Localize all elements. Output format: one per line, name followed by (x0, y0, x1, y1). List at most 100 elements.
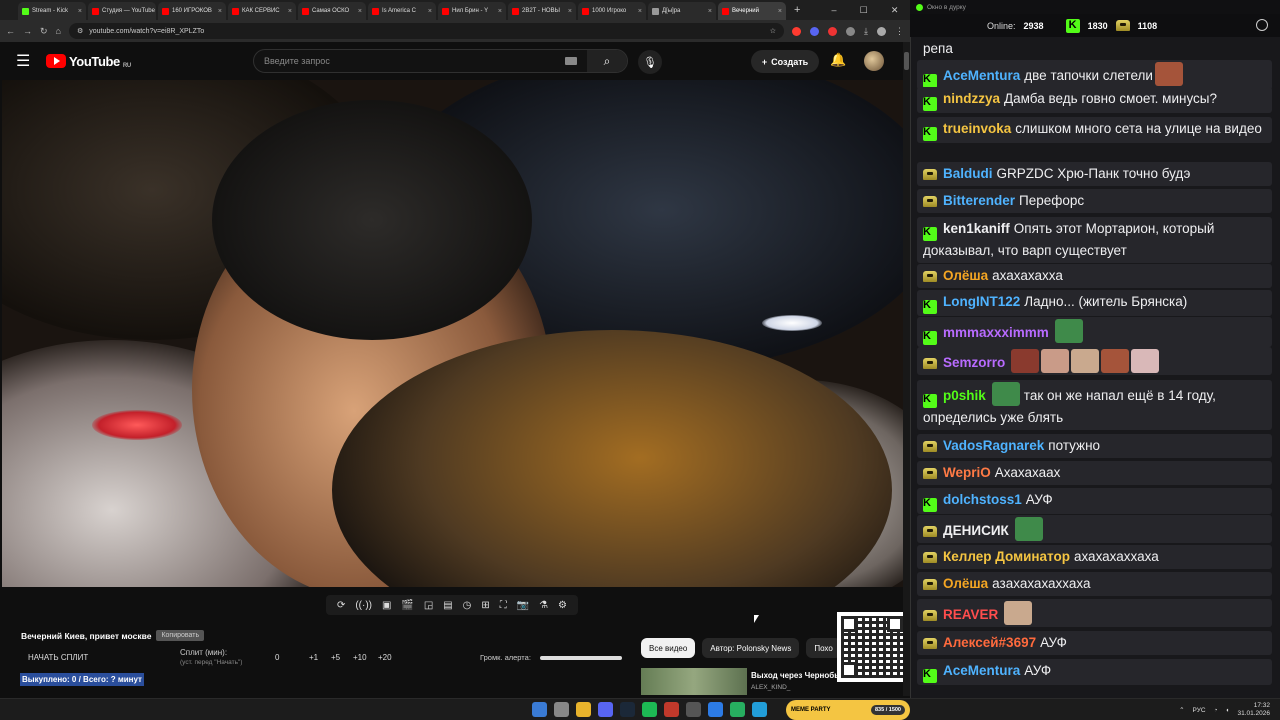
volume-icon[interactable]: ◖ (1226, 707, 1230, 714)
chip-all-videos[interactable]: Все видео (641, 638, 696, 658)
tab-close-icon[interactable]: × (778, 8, 782, 15)
speed-icon[interactable]: ◷ (463, 600, 472, 611)
voice-search-button[interactable]: 🎙 (638, 50, 662, 74)
chat-username[interactable]: REAVER (943, 607, 998, 622)
chat-username[interactable]: Келлер Доминатор (943, 549, 1070, 564)
chat-username[interactable]: Semzorro (943, 355, 1005, 370)
browser-tab[interactable]: Вечерний × (718, 2, 786, 20)
browser-tab[interactable]: Д[ы]ра × (648, 2, 716, 20)
chat-username[interactable]: Олёша (943, 576, 988, 591)
chat-username[interactable]: LongINT122 (943, 294, 1020, 309)
chat-username[interactable]: AceMentura (943, 663, 1020, 678)
broadcast-icon[interactable]: ((·)) (355, 600, 372, 611)
system-clock[interactable]: 17:32 31.01.2026 (1237, 702, 1270, 718)
extension-icon[interactable] (846, 26, 856, 36)
back-icon[interactable]: ← (6, 26, 15, 36)
fullscreen-icon[interactable]: ⛶ (500, 600, 507, 611)
forward-icon[interactable]: → (23, 26, 32, 36)
maximize-icon[interactable]: ☐ (860, 5, 868, 16)
extension-icon[interactable] (810, 26, 820, 36)
chip-similar[interactable]: Похо (806, 638, 841, 658)
copy-button[interactable]: Копировать (156, 630, 205, 641)
split-value-button[interactable]: +20 (378, 653, 392, 662)
flask-icon[interactable]: ⚗ (539, 600, 548, 611)
close-icon[interactable]: ✕ (891, 5, 899, 16)
new-tab-button[interactable]: + (794, 4, 800, 16)
app-icon[interactable] (664, 702, 679, 717)
chip-author[interactable]: Автор: Polonsky News (702, 638, 800, 658)
tab-close-icon[interactable]: × (218, 8, 222, 15)
notifications-bell-icon[interactable]: 🔔 (830, 52, 846, 68)
tab-close-icon[interactable]: × (358, 8, 362, 15)
search-icon[interactable] (554, 702, 569, 717)
app-icon[interactable] (686, 702, 701, 717)
recommended-video-thumbnail[interactable] (641, 668, 747, 695)
browser-tab[interactable]: Is America C × (368, 2, 436, 20)
loop-icon[interactable]: ⟳ (337, 600, 345, 611)
chat-username[interactable]: ken1kaniff (943, 221, 1010, 236)
minimize-icon[interactable]: – (832, 5, 837, 15)
extension-icon[interactable] (828, 26, 838, 36)
discord-icon[interactable] (598, 702, 613, 717)
tab-close-icon[interactable]: × (638, 8, 642, 15)
browser-tab[interactable]: КАК СЕРВИС × (228, 2, 296, 20)
language-indicator[interactable]: РУС (1193, 707, 1206, 714)
hamburger-menu-icon[interactable]: ☰ (16, 51, 40, 71)
video-player[interactable] (2, 80, 903, 587)
wifi-icon[interactable]: ◔ (1214, 707, 1218, 714)
chat-username[interactable]: nindzzya (943, 91, 1000, 106)
settings-gear-icon[interactable]: ⚙ (558, 600, 567, 611)
menu-icon[interactable]: ⋮ (895, 26, 904, 37)
subtitles-icon[interactable]: ▤ (443, 600, 452, 611)
home-icon[interactable]: ⌂ (56, 26, 61, 36)
app-icon[interactable] (730, 702, 745, 717)
split-value-button[interactable]: 0 (275, 653, 279, 662)
chat-username[interactable]: WepriO (943, 465, 991, 480)
scrollbar-thumb[interactable] (904, 52, 909, 70)
app-icon[interactable] (708, 702, 723, 717)
reload-icon[interactable]: ↻ (40, 26, 48, 37)
autoplay-icon[interactable]: ▣ (382, 600, 391, 611)
keyboard-icon[interactable] (565, 57, 577, 65)
split-value-button[interactable]: +1 (309, 653, 318, 662)
tab-close-icon[interactable]: × (498, 8, 502, 15)
chat-username[interactable]: VadosRagnarek (943, 438, 1044, 453)
account-avatar[interactable] (864, 51, 884, 71)
chat-username[interactable]: AceMentura (943, 68, 1020, 83)
browser-tab[interactable]: Нил Брин - Y × (438, 2, 506, 20)
chat-username[interactable]: Bitterender (943, 193, 1015, 208)
chat-username[interactable]: ДЕНИСИК (943, 523, 1009, 538)
site-info-icon[interactable]: ⚙ (77, 27, 83, 35)
alert-volume-slider[interactable] (540, 656, 622, 660)
chat-username[interactable]: Baldudi (943, 166, 993, 181)
windows-start-icon[interactable] (532, 702, 547, 717)
browser-tab[interactable]: Студия — YouTube× (88, 2, 156, 20)
extension-icon[interactable] (792, 26, 802, 36)
clapper-icon[interactable]: 🎬 (401, 600, 413, 611)
profile-icon[interactable] (877, 26, 886, 36)
tab-close-icon[interactable]: × (568, 8, 572, 15)
browser-tab[interactable]: 160 ИГРОКОВ × (158, 2, 226, 20)
clock-icon[interactable] (1256, 19, 1268, 31)
recommended-video-title[interactable]: Выход через Чернобы (751, 671, 841, 680)
youtube-logo[interactable]: YouTube RU (46, 53, 131, 69)
spotify-icon[interactable] (642, 702, 657, 717)
tab-close-icon[interactable]: × (78, 8, 82, 15)
page-scrollbar[interactable] (903, 42, 910, 696)
chat-username[interactable]: mmmaxxximmm (943, 325, 1049, 340)
browser-tab[interactable]: Stream - Kick × (18, 2, 86, 20)
tab-close-icon[interactable]: × (708, 8, 712, 15)
chrome-icon[interactable] (576, 702, 591, 717)
tab-close-icon[interactable]: × (428, 8, 432, 15)
chat-username[interactable]: dolchstoss1 (943, 492, 1022, 507)
browser-tab[interactable]: Самая ОСКО × (298, 2, 366, 20)
recommended-video-channel[interactable]: ALEX_KIND_ (751, 684, 790, 691)
tab-close-icon[interactable]: × (288, 8, 292, 15)
chat-username[interactable]: Олёша (943, 268, 988, 283)
clip-icon[interactable]: ⊞ (481, 600, 489, 611)
chat-username[interactable]: p0shik (943, 388, 986, 403)
browser-tab[interactable]: 2B2T - НОВЫ × (508, 2, 576, 20)
split-value-button[interactable]: +5 (331, 653, 340, 662)
tray-chevron-icon[interactable]: ⌃ (1179, 706, 1184, 714)
address-bar[interactable]: ⚙ youtube.com/watch?v=ei8R_XPLZTo ☆ (68, 23, 785, 39)
